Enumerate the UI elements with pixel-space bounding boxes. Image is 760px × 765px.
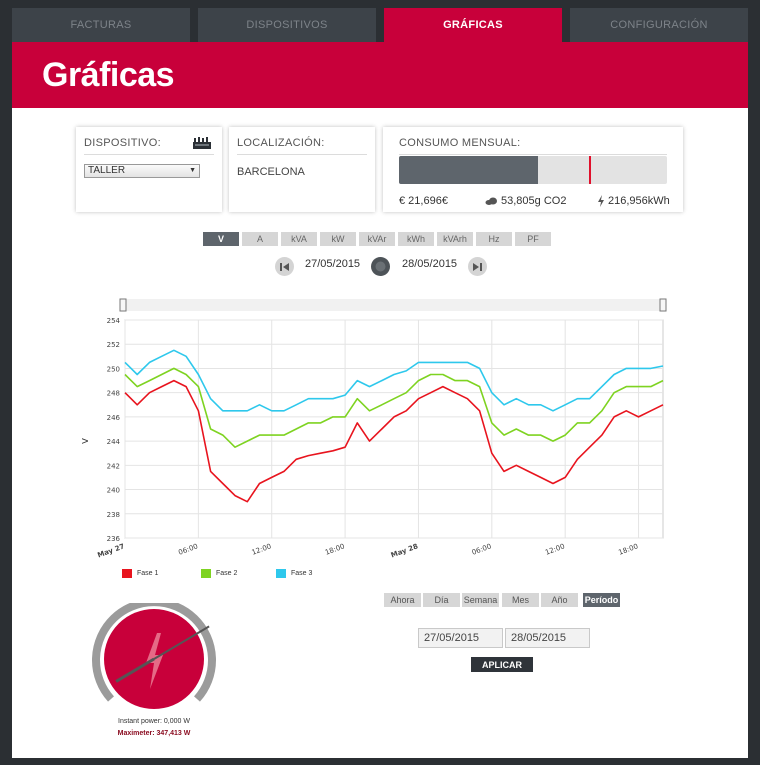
previous-day-button[interactable]: [275, 257, 294, 276]
device-card-title: DISPOSITIVO:: [84, 137, 161, 149]
y-tick-label: 254: [107, 317, 121, 325]
legend-item-fase-1[interactable]: Fase 1: [122, 569, 158, 578]
maximeter-label: Maximeter: 347,413 W: [117, 730, 191, 737]
power-gauge: [92, 603, 216, 709]
x-tick-label: 12:00: [544, 542, 566, 556]
date-to-label: 28/05/2015: [402, 258, 458, 270]
x-tick-label: May 27: [96, 542, 125, 559]
unit-button-kvar[interactable]: kVAr: [359, 232, 395, 246]
legend-item-fase-3[interactable]: Fase 3: [276, 569, 312, 578]
legend-label: Fase 1: [137, 570, 159, 577]
y-axis-label: V: [82, 437, 91, 444]
main-content: DISPOSITIVO: TALLER ▼ LOCALIZACIÓN: BARC…: [12, 108, 748, 758]
consumption-bar: [399, 156, 667, 184]
unit-button-kw[interactable]: kW: [320, 232, 356, 246]
x-tick-label: 06:00: [471, 542, 493, 556]
chart-navigator: [119, 298, 667, 312]
unit-button-kvarh[interactable]: kVArh: [437, 232, 473, 246]
legend-label: Fase 3: [291, 570, 313, 577]
legend-swatch: [201, 569, 211, 578]
navigator-track: [122, 299, 664, 311]
x-axis-ticks: May 27 06:00 12:00 18:00 May 28 06:00 12:00 18:…: [96, 542, 639, 559]
tab-configuracion[interactable]: CONFIGURACIÓN: [570, 8, 748, 42]
consumption-card-divider: [399, 154, 667, 155]
calendar-toggle-button[interactable]: [371, 257, 390, 276]
device-card: DISPOSITIVO: TALLER ▼: [76, 127, 222, 212]
cost-stat: € 21,696€: [399, 195, 448, 207]
device-select[interactable]: TALLER ▼: [84, 164, 200, 178]
page-title: Gráficas: [42, 56, 175, 94]
x-tick-label: 18:00: [324, 542, 346, 556]
unit-button-kva[interactable]: kVA: [281, 232, 317, 246]
x-tick-label: May 28: [390, 542, 419, 559]
energy-stat: 216,956kWh: [597, 195, 670, 207]
y-tick-label: 246: [107, 414, 121, 422]
device-select-value: TALLER: [88, 165, 126, 176]
tab-bar: FACTURAS DISPOSITIVOS GRÁFICAS CONFIGURA…: [12, 8, 748, 42]
x-tick-label: 06:00: [177, 542, 199, 556]
y-axis-ticks: 236 238 240 242 244 246 248 250 252 254: [107, 317, 121, 543]
location-card-divider: [237, 154, 367, 155]
consumption-bar-marker: [589, 156, 592, 184]
y-tick-label: 250: [107, 365, 120, 373]
consumption-card: CONSUMO MENSUAL: € 21,696€ 53,805g CO2 2…: [383, 127, 683, 212]
legend-label: Fase 2: [216, 570, 238, 577]
skip-back-icon: [280, 262, 289, 271]
y-tick-label: 240: [107, 487, 120, 495]
unit-button-v[interactable]: V: [203, 232, 239, 246]
x-tick-label: 12:00: [251, 542, 273, 556]
chevron-down-icon: ▼: [189, 167, 196, 174]
cloud-icon: [485, 197, 497, 205]
legend-swatch: [276, 569, 286, 578]
co2-stat: 53,805g CO2: [485, 195, 566, 207]
legend-item-fase-2[interactable]: Fase 2: [201, 569, 237, 578]
skip-forward-icon: [473, 262, 482, 271]
location-card-title: LOCALIZACIÓN:: [237, 137, 325, 149]
co2-value: 53,805g CO2: [501, 195, 567, 207]
period-button-mes[interactable]: Mes: [502, 593, 539, 607]
range-to-input[interactable]: 28/05/2015: [505, 628, 590, 648]
circle-icon: [375, 261, 386, 272]
navigator-handle-left[interactable]: [119, 298, 127, 312]
date-from-label: 27/05/2015: [305, 258, 361, 270]
lightning-icon: [598, 195, 604, 207]
next-day-button[interactable]: [468, 257, 487, 276]
page-header: Gráficas: [12, 42, 748, 108]
unit-button-hz[interactable]: Hz: [476, 232, 512, 246]
tab-dispositivos[interactable]: DISPOSITIVOS: [198, 8, 376, 42]
plot-area: [124, 319, 664, 539]
unit-button-kwh[interactable]: kWh: [398, 232, 434, 246]
navigator-handle-right[interactable]: [659, 298, 667, 312]
consumption-bar-fill: [399, 156, 539, 184]
energy-value: 216,956kWh: [608, 195, 670, 207]
consumption-card-title: CONSUMO MENSUAL:: [399, 137, 521, 149]
y-tick-label: 236: [107, 535, 121, 543]
apply-button[interactable]: APLICAR: [471, 657, 533, 672]
range-from-input[interactable]: 27/05/2015: [418, 628, 503, 648]
location-value: BARCELONA: [237, 166, 305, 178]
y-tick-label: 242: [107, 462, 120, 470]
device-strip-icon: [193, 137, 211, 149]
unit-button-a[interactable]: A: [242, 232, 278, 246]
voltage-chart: 236 238 240 242 244 246 248 250 252 254 May 27 06:…: [82, 298, 667, 560]
cost-value: € 21,696€: [399, 195, 448, 207]
legend-swatch: [122, 569, 132, 578]
y-tick-label: 238: [107, 511, 120, 519]
period-button-ahora[interactable]: Ahora: [384, 593, 421, 607]
chart-grid: [124, 319, 664, 539]
y-tick-label: 252: [107, 341, 120, 349]
y-tick-label: 248: [107, 390, 120, 398]
device-card-divider: [84, 154, 214, 155]
tab-graficas[interactable]: GRÁFICAS: [384, 8, 562, 42]
x-tick-label: 18:00: [618, 542, 640, 556]
period-button-dia[interactable]: Día: [423, 593, 460, 607]
period-button-semana[interactable]: Semana: [462, 593, 499, 607]
tab-facturas[interactable]: FACTURAS: [12, 8, 190, 42]
instant-power-label: Instant power: 0,000 W: [118, 718, 190, 725]
y-tick-label: 244: [107, 438, 121, 446]
unit-button-pf[interactable]: PF: [515, 232, 551, 246]
period-button-periodo[interactable]: Período: [583, 593, 620, 607]
period-button-ano[interactable]: Año: [541, 593, 578, 607]
location-card: LOCALIZACIÓN: BARCELONA: [229, 127, 375, 212]
